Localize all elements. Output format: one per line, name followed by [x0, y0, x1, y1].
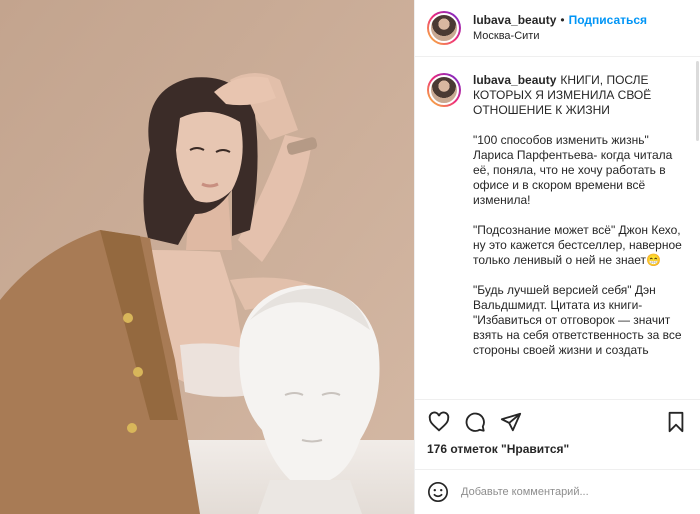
avatar-image — [429, 13, 459, 43]
action-icons — [427, 408, 688, 436]
caption-avatar[interactable] — [427, 73, 461, 107]
post-header: lubava_beauty • Подписаться Москва-Сити — [415, 0, 700, 57]
action-bar: 176 отметок "Нравится" — [415, 399, 700, 469]
post-side-panel: lubava_beauty • Подписаться Москва-Сити … — [414, 0, 700, 514]
follow-button[interactable]: Подписаться — [569, 12, 647, 28]
comments-area[interactable]: lubava_beauty КНИГИ, ПОСЛЕ КОТОРЫХ Я ИЗМЕ… — [415, 57, 700, 399]
comment-input[interactable] — [461, 486, 688, 498]
bookmark-icon[interactable] — [664, 410, 688, 434]
add-comment-bar — [415, 469, 700, 514]
post-caption: lubava_beauty КНИГИ, ПОСЛЕ КОТОРЫХ Я ИЗМЕ… — [473, 73, 688, 399]
caption-paragraph: "Подсознание может всё" Джон Кехо, ну эт… — [473, 223, 682, 267]
location-link[interactable]: Москва-Сити — [473, 28, 647, 44]
caption-paragraph: "Будь лучшей версией себя" Дэн Вальдшмид… — [473, 283, 682, 357]
avatar[interactable] — [427, 11, 461, 45]
post-photo[interactable] — [0, 0, 414, 514]
likes-count[interactable]: 176 отметок "Нравится" — [427, 442, 688, 456]
username-link[interactable]: lubava_beauty — [473, 12, 556, 28]
emoji-icon[interactable] — [427, 481, 449, 503]
avatar-image — [429, 75, 459, 105]
heart-icon[interactable] — [427, 410, 451, 434]
post-image — [0, 0, 414, 514]
header-line: lubava_beauty • Подписаться — [473, 12, 647, 28]
share-icon[interactable] — [499, 410, 523, 434]
caption-paragraph: "100 способов изменить жизнь" Лариса Пар… — [473, 133, 673, 207]
comment-icon[interactable] — [463, 410, 487, 434]
caption-paragraph: lubava_beauty КНИГИ, ПОСЛЕ КОТОРЫХ Я ИЗМЕ… — [473, 73, 688, 118]
separator-dot: • — [560, 13, 565, 27]
caption-username-link[interactable]: lubava_beauty — [473, 73, 556, 87]
header-text: lubava_beauty • Подписаться Москва-Сити — [473, 12, 647, 44]
instagram-post: lubava_beauty • Подписаться Москва-Сити … — [0, 0, 700, 514]
scrollbar[interactable] — [696, 61, 699, 141]
